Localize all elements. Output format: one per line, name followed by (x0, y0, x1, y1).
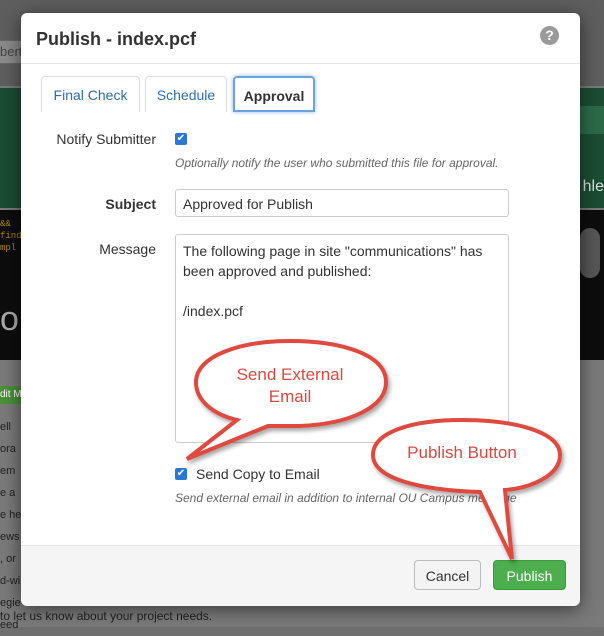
send-copy-label[interactable]: Send Copy to Email (196, 466, 320, 482)
tab-schedule[interactable]: Schedule (145, 76, 227, 112)
dialog-header: Publish - index.pcf ? (21, 13, 580, 64)
background-body-text: ell ora em e a e he ews , or d-wi egie e… (0, 421, 22, 631)
publish-callout-text: Publish Button (407, 443, 517, 462)
notify-submitter-help: Optionally notify the user who submitted… (175, 156, 499, 170)
send-email-callout-text: Send External Email (236, 365, 344, 406)
microphone-icon (580, 228, 600, 278)
message-textarea[interactable]: The following page in site "communicatio… (175, 234, 509, 443)
help-icon[interactable]: ? (540, 26, 559, 45)
notify-submitter-label: Notify Submitter (56, 131, 156, 147)
background-code: && find mpl (0, 219, 22, 253)
message-label: Message (99, 241, 156, 257)
subject-input[interactable]: Approved for Publish (175, 189, 509, 217)
tab-final-check[interactable]: Final Check (41, 76, 140, 112)
dialog-title: Publish - index.pcf (36, 29, 197, 49)
background-big-text: o (0, 300, 19, 338)
background-side-text: hle (582, 178, 604, 195)
background-footer-text: to let us know about your project needs. (0, 609, 213, 623)
background-edit-button: dit M (0, 386, 22, 404)
notify-submitter-checkbox[interactable]: ✔ (175, 133, 187, 145)
publish-dialog: Publish - index.pcf ? Final Check Schedu… (21, 13, 580, 606)
send-copy-help: Send external email in addition to inter… (175, 491, 517, 505)
publish-button[interactable]: Publish (493, 560, 566, 590)
send-copy-checkbox[interactable]: ✔ (175, 468, 187, 480)
tab-approval[interactable]: Approval (233, 76, 315, 112)
subject-label: Subject (105, 196, 156, 212)
cancel-button[interactable]: Cancel (414, 560, 481, 590)
dialog-footer: Cancel Publish (21, 545, 580, 606)
